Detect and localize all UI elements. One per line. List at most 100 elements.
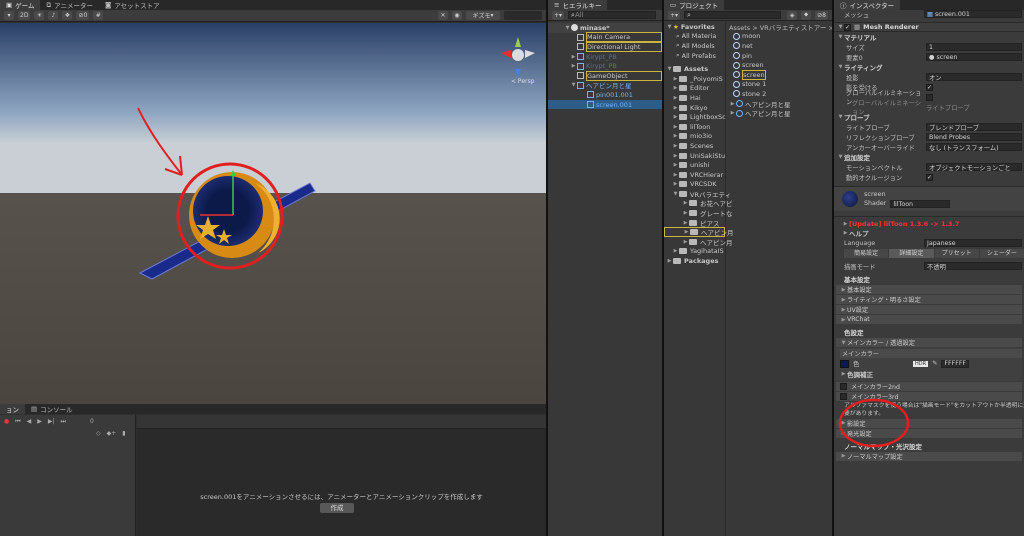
folder-item[interactable]: ▶ ヘアピン月 (664, 227, 734, 237)
folder-item[interactable]: ▼ VRバラエティ (664, 189, 731, 199)
expand-icon[interactable]: ▶ (672, 172, 679, 178)
last-frame-icon[interactable]: ⏭ (61, 418, 66, 426)
tab-hierarchy[interactable]: ≡ ヒエラルキー (548, 0, 608, 10)
reflection-probes-dropdown[interactable]: Blend Probes (926, 133, 1022, 141)
expand-icon[interactable]: ▼ (564, 25, 571, 31)
help-foldout[interactable]: ▶ ヘルプ (834, 229, 1024, 238)
record-icon[interactable]: ● (4, 418, 9, 426)
tone-correction-foldout[interactable]: ▶ 色調補正 (840, 369, 1022, 379)
hierarchy-item[interactable]: screen.001 (548, 99, 662, 110)
hierarchy-item[interactable]: GameObject (548, 70, 662, 81)
mode-tab[interactable]: シェーダー (979, 249, 1024, 259)
gizmos-dropdown[interactable]: ギズモ ▾ (466, 11, 500, 20)
camera-icon[interactable]: ◉ (452, 11, 462, 20)
folder-item[interactable]: ▶ Scenes (664, 141, 725, 151)
folder-item[interactable]: ▶ mio3io (664, 132, 725, 142)
settings-foldout[interactable]: ▶ UV設定 (836, 305, 1022, 315)
folder-item[interactable]: ▶ Kikyo (664, 103, 725, 113)
hierarchy-item[interactable]: ▶ Kirypt_PB (548, 61, 662, 71)
expand-icon[interactable]: ▼ (666, 66, 673, 72)
hidden-count[interactable]: ⊘ 0 (76, 11, 90, 20)
tab-animation[interactable]: ョン (0, 404, 25, 414)
asset-item[interactable]: pin (727, 51, 832, 61)
shading-dropdown[interactable]: ▾ (4, 11, 14, 20)
mode-tab[interactable]: プリセット (934, 249, 979, 259)
expand-icon[interactable]: ▶ (672, 133, 679, 139)
breadcrumb[interactable]: Assets > VRバラエティストアー > (727, 22, 832, 32)
tools-icon[interactable]: ✕ (438, 11, 448, 20)
folder-item[interactable]: ▶ Editor (664, 84, 725, 94)
settings-foldout[interactable]: ▶ 発光設定 (836, 428, 1022, 438)
hidden-packages[interactable]: ⊘ 8 (815, 10, 828, 20)
asset-item[interactable]: moon (727, 32, 832, 42)
lighting-toggle-icon[interactable]: ☀ (34, 11, 45, 20)
settings-foldout[interactable]: ▶ ライティング・明るさ設定 (836, 295, 1022, 305)
expand-icon[interactable]: ▶ (682, 239, 689, 245)
hierarchy-item[interactable]: ▼ ヘアピン月と星 (548, 81, 662, 90)
expand-icon[interactable]: ▶ (672, 85, 679, 91)
update-notice[interactable]: ▶ [Update] lilToon 1.3.6 -> 1.3.7 (834, 219, 1024, 229)
scene-viewport[interactable]: < Persp (0, 23, 546, 404)
expand-icon[interactable]: ▶ (672, 124, 679, 130)
assets-header[interactable]: ▼ Assets (664, 64, 725, 74)
enable-checkbox[interactable] (840, 392, 847, 400)
material-header[interactable]: screen Shader lilToon (834, 186, 1024, 211)
expand-icon[interactable]: ▶ (672, 76, 679, 82)
folder-item[interactable]: ▶ VRCHierar (664, 170, 725, 180)
expand-icon[interactable]: ▶ (672, 95, 679, 101)
folder-item[interactable]: ▶ お花ヘアピ (664, 199, 733, 208)
mode-tab[interactable]: 簡易設定 (844, 249, 889, 259)
asset-item[interactable]: ▶ ヘアピン月と星 (727, 99, 832, 109)
element-field[interactable]: ● screen (926, 53, 1022, 61)
frame-field[interactable]: 0 (90, 418, 94, 426)
folder-item[interactable]: ▶ ヘアピン月 (664, 237, 733, 247)
gi-checkbox[interactable] (926, 93, 933, 101)
filter-icon[interactable]: ◈ (787, 10, 798, 20)
create-dropdown[interactable]: +▾ (668, 10, 681, 20)
tab-console[interactable]: ▤ コンソール (25, 404, 79, 414)
expand-icon[interactable]: ▶ (729, 101, 736, 107)
timeline-area[interactable]: screen.001をアニメーションさせるには、アニメーターとアニメーションクリ… (137, 415, 546, 536)
effects-toggle-icon[interactable]: ❖ (62, 11, 73, 20)
expand-icon[interactable]: ▶ (672, 143, 679, 149)
folder-item[interactable]: ▶ unishi (664, 160, 725, 170)
create-button[interactable]: 作成 (320, 503, 354, 513)
scene-row[interactable]: ▼ minase* (548, 23, 662, 33)
tab-game[interactable]: ▣ ゲーム (0, 0, 41, 10)
expand-icon[interactable]: ▼ (837, 24, 844, 30)
add-button[interactable]: +▾ (552, 10, 565, 20)
expand-icon[interactable]: ▶ (570, 63, 577, 69)
render-mode-dropdown[interactable]: 不透明 (924, 262, 1022, 271)
enable-checkbox[interactable] (840, 382, 847, 390)
hex-field[interactable]: FFFFFF (941, 359, 970, 368)
audio-toggle-icon[interactable]: ♪ (48, 11, 59, 20)
expand-icon[interactable]: ▶ (672, 105, 679, 111)
tab-project[interactable]: ▭ プロジェクト (664, 0, 725, 10)
folder-item[interactable]: ▶ YagihataIS (664, 247, 725, 257)
hierarchy-item[interactable]: Directional Light (548, 41, 662, 52)
normal-map-foldout[interactable]: ▶ ノーマルマップ設定 (836, 451, 1022, 461)
folder-item[interactable]: ▶ グレートな (664, 208, 733, 218)
size-field[interactable]: 1 (926, 43, 1022, 51)
event-icon[interactable]: ▮ (122, 430, 125, 437)
light-probes-dropdown[interactable]: ブレンドプローブ (926, 123, 1022, 132)
mode-tab[interactable]: 詳細設定 (889, 249, 934, 259)
favorites-header[interactable]: ▼ ★ Favorites (664, 22, 725, 32)
play-icon[interactable]: ▶ (37, 418, 42, 426)
favorite-item[interactable]: ⌕ All Models (664, 41, 725, 51)
expand-icon[interactable]: ▶ (672, 181, 679, 187)
hierarchy-search-input[interactable]: ⌕ All (568, 11, 656, 19)
asset-item[interactable]: screen (727, 69, 832, 80)
grid-toggle-icon[interactable]: # (93, 11, 104, 20)
hierarchy-item[interactable]: Main Camera (548, 32, 662, 43)
hierarchy-item[interactable]: ▶ Kirypt_PB (548, 52, 662, 62)
next-frame-icon[interactable]: ▶| (48, 418, 55, 426)
probes-header[interactable]: ▼ プローブ (834, 112, 1024, 122)
2d-toggle[interactable]: 2D (18, 11, 31, 20)
motion-vectors-dropdown[interactable]: オブジェクトモーションごと (926, 163, 1022, 172)
folder-item[interactable]: ▶ lilToon (664, 122, 725, 132)
component-header[interactable]: ▼ ✓ ▦ Mesh Renderer (834, 22, 1024, 32)
settings-foldout[interactable]: ▶ 基本設定 (836, 285, 1022, 295)
hdr-toggle[interactable]: HDR (913, 360, 929, 367)
expand-icon[interactable]: ▶ (672, 114, 679, 120)
